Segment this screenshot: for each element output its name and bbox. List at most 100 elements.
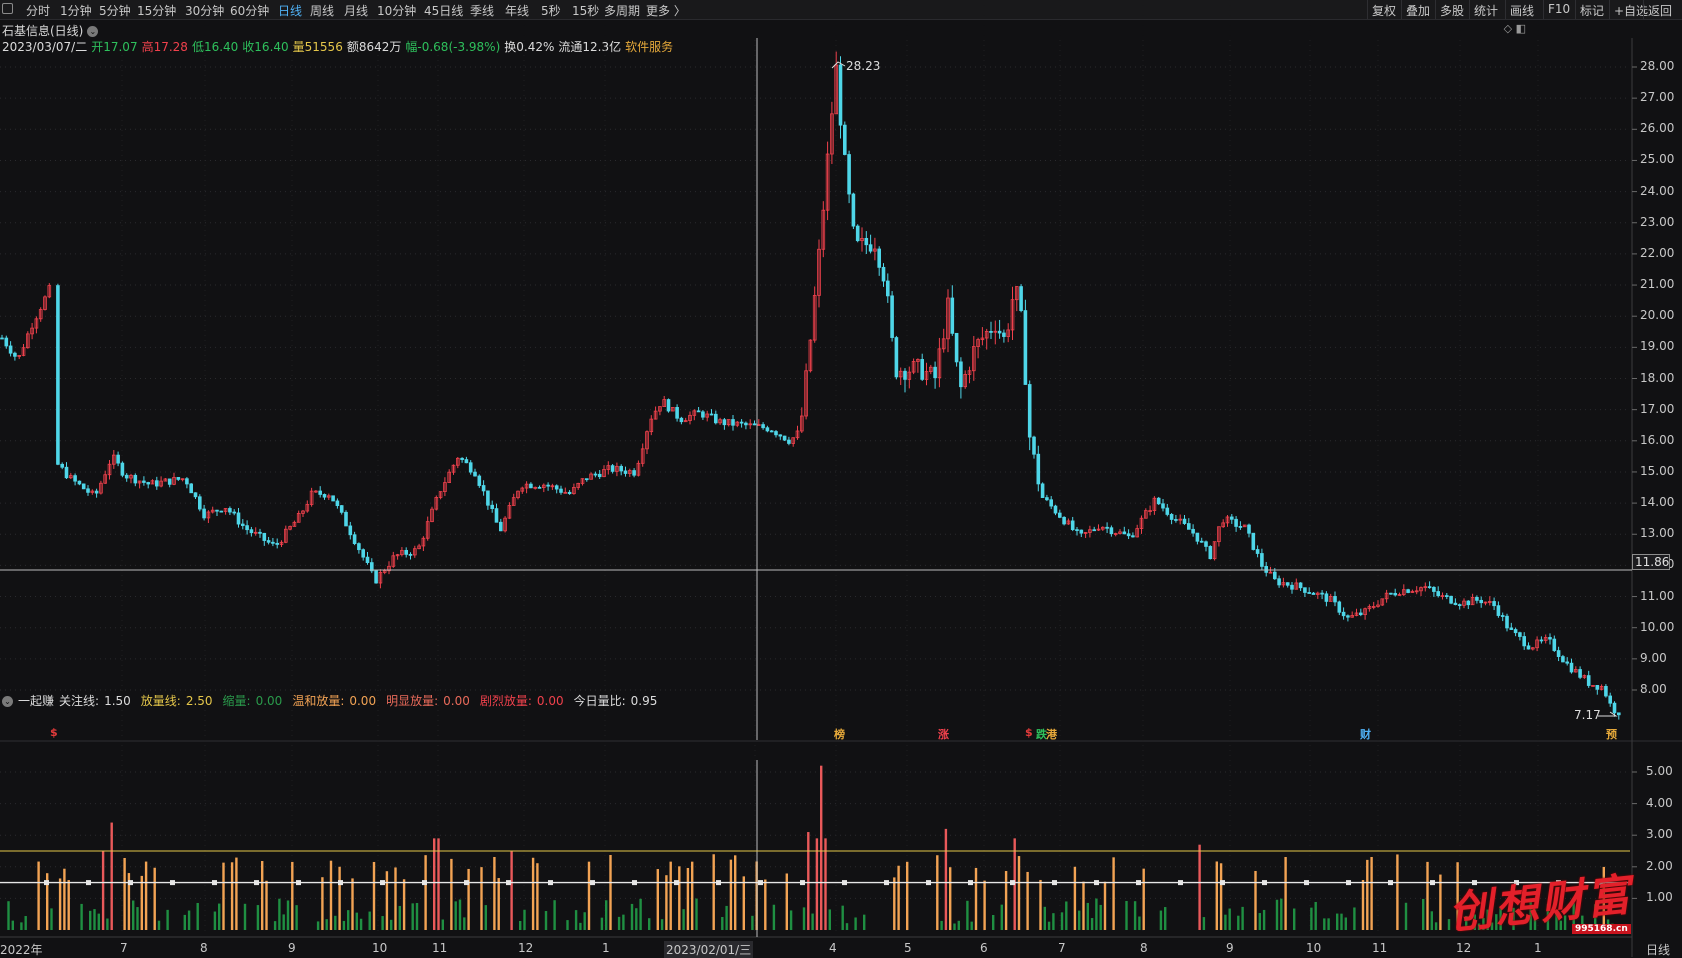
period-tab-6[interactable]: 日线 bbox=[278, 2, 302, 19]
candle-body bbox=[1440, 595, 1445, 598]
candle-body bbox=[1316, 592, 1320, 595]
event-marker[interactable]: $ bbox=[1025, 726, 1033, 739]
period-tab-9[interactable]: 10分钟 bbox=[377, 2, 416, 19]
period-tab-5[interactable]: 60分钟 bbox=[230, 2, 269, 19]
toolbar-button-4[interactable]: 画线 bbox=[1510, 2, 1534, 19]
candle-body bbox=[477, 475, 482, 486]
candle-body bbox=[60, 463, 64, 468]
candle-body bbox=[632, 470, 636, 476]
event-marker[interactable]: 榜 bbox=[834, 726, 845, 742]
candle-body bbox=[1264, 566, 1269, 573]
period-tab-2[interactable]: 5分钟 bbox=[99, 2, 131, 19]
candle-body bbox=[666, 399, 671, 412]
candle-body bbox=[1221, 522, 1226, 528]
event-marker[interactable]: 港 bbox=[1046, 726, 1057, 742]
diamond-icon[interactable]: ◇ bbox=[1504, 22, 1512, 35]
volume-ratio-bar bbox=[493, 856, 496, 930]
period-tab-4[interactable]: 30分钟 bbox=[185, 2, 224, 19]
period-tab-16[interactable]: 更多 〉 bbox=[646, 2, 686, 19]
volume-ratio-bar bbox=[1422, 898, 1425, 930]
period-tab-3[interactable]: 15分钟 bbox=[137, 2, 176, 19]
indicator-tick-label: 5.00 bbox=[1646, 764, 1673, 778]
volume-ratio-bar bbox=[467, 868, 470, 930]
candle-body bbox=[1053, 505, 1058, 514]
candle-body bbox=[860, 237, 864, 242]
period-tab-15[interactable]: 多周期 bbox=[604, 2, 640, 19]
period-tab-12[interactable]: 年线 bbox=[505, 2, 529, 19]
info-high: 高17.28 bbox=[141, 40, 188, 54]
event-marker[interactable]: 财 bbox=[1360, 726, 1371, 742]
event-marker[interactable]: 涨 bbox=[938, 726, 949, 742]
period-tab-14[interactable]: 15秒 bbox=[572, 2, 599, 19]
attention-marker bbox=[968, 880, 973, 886]
chevron-down-icon[interactable]: ⌄ bbox=[87, 26, 99, 37]
toolbar-button-5[interactable]: F10 bbox=[1548, 2, 1570, 16]
candle-body bbox=[288, 526, 292, 530]
event-marker[interactable]: $ bbox=[50, 726, 58, 739]
volume-ratio-bar bbox=[682, 909, 685, 930]
event-marker[interactable]: 预 bbox=[1606, 726, 1617, 742]
panel-toggle-icon[interactable] bbox=[2, 3, 13, 14]
stock-title[interactable]: 石基信息(日线) bbox=[2, 24, 83, 38]
kline-chart[interactable] bbox=[0, 0, 1682, 957]
volume-ratio-bar bbox=[63, 868, 66, 930]
volume-ratio-bar bbox=[1344, 917, 1347, 930]
time-axis-label: 9 bbox=[1226, 941, 1234, 955]
toolbar-button-2[interactable]: 多股 bbox=[1440, 2, 1464, 19]
candle-body bbox=[1617, 712, 1621, 716]
period-tab-13[interactable]: 5秒 bbox=[541, 2, 561, 19]
candle-body bbox=[412, 548, 417, 556]
candle-body bbox=[1234, 518, 1238, 527]
period-tab-1[interactable]: 1分钟 bbox=[60, 2, 92, 19]
volume-ratio-bar bbox=[1254, 870, 1257, 930]
candle-body bbox=[1518, 632, 1522, 637]
candle-body bbox=[1586, 675, 1591, 686]
volume-ratio-bar bbox=[67, 880, 70, 930]
candle-body bbox=[1402, 589, 1406, 595]
crosshair-value: 11.86 bbox=[1635, 555, 1670, 569]
info-sector[interactable]: 软件服务 bbox=[625, 40, 673, 54]
candle-body bbox=[658, 406, 662, 412]
toolbar-button-1[interactable]: 叠加 bbox=[1406, 2, 1430, 19]
ratio-label: 今日量比: bbox=[573, 694, 626, 708]
candle-body bbox=[25, 333, 30, 349]
period-tab-7[interactable]: 周线 bbox=[310, 2, 334, 19]
candle-body bbox=[1152, 497, 1157, 511]
period-label[interactable]: 日线 bbox=[1646, 941, 1670, 958]
candle-body bbox=[460, 457, 464, 460]
candle-body bbox=[176, 477, 181, 480]
candle-body bbox=[404, 549, 408, 555]
period-tab-0[interactable]: 分时 bbox=[26, 2, 50, 19]
candle-body bbox=[671, 407, 675, 412]
volume-ratio-bar bbox=[140, 875, 143, 930]
period-tab-8[interactable]: 月线 bbox=[344, 2, 368, 19]
period-tab-11[interactable]: 季线 bbox=[470, 2, 494, 19]
window-icon[interactable]: ◧ bbox=[1516, 22, 1526, 35]
candle-body bbox=[1363, 608, 1367, 616]
candle-body bbox=[1513, 629, 1518, 634]
volume-ratio-bar bbox=[402, 879, 406, 930]
candle-body bbox=[881, 266, 886, 282]
chevron-down-icon[interactable]: ⌄ bbox=[2, 696, 13, 707]
candle-body bbox=[1359, 612, 1363, 616]
price-tick-label: 21.00 bbox=[1640, 277, 1675, 292]
candle-body bbox=[172, 477, 176, 485]
candle-body bbox=[954, 332, 959, 363]
volume-ratio-bar bbox=[355, 912, 358, 930]
period-tab-10[interactable]: 45日线 bbox=[424, 2, 463, 19]
candle-body bbox=[868, 244, 873, 252]
toolbar-button-6[interactable]: 标记 bbox=[1580, 2, 1604, 19]
toolbar-button-3[interactable]: 统计 bbox=[1474, 2, 1498, 19]
candle-body bbox=[1367, 606, 1372, 610]
indicator-name[interactable]: 一起赚 bbox=[18, 694, 54, 708]
candle-body bbox=[817, 248, 821, 296]
attention-marker bbox=[842, 880, 847, 886]
toolbar-button-0[interactable]: 复权 bbox=[1372, 2, 1396, 19]
candle-body bbox=[69, 475, 73, 479]
toolbar-button-8[interactable]: 返回 bbox=[1648, 2, 1672, 19]
candle-body bbox=[1311, 592, 1316, 595]
volume-ratio-bar bbox=[583, 912, 586, 930]
price-tick-label: 17.00 bbox=[1640, 401, 1675, 416]
volume-ratio-bar bbox=[1052, 913, 1055, 930]
candle-body bbox=[348, 525, 353, 536]
